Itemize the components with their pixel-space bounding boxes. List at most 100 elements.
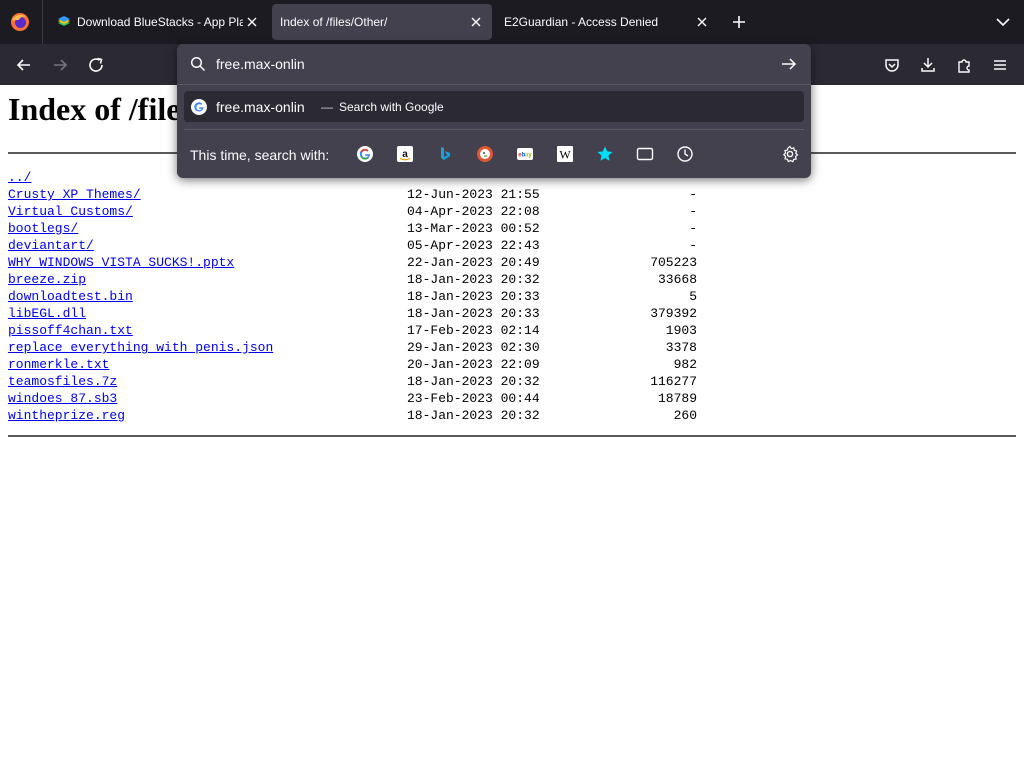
file-link[interactable]: WHY WINDOWS VISTA SUCKS!.pptx [8, 254, 234, 271]
file-link[interactable]: deviantart/ [8, 237, 94, 254]
file-link[interactable]: replace everything with penis.json [8, 339, 273, 356]
close-tab-icon[interactable] [244, 14, 260, 30]
tab-index-files-other[interactable]: Index of /files/Other/ [272, 4, 492, 40]
file-size: 3378 [665, 340, 697, 355]
listing-row: replace everything with penis.json 29-Jan… [8, 339, 708, 356]
listing-row: deviantart/05-Apr-2023 22:43 - [8, 237, 708, 254]
file-link[interactable]: teamosfiles.7z [8, 373, 117, 390]
file-link[interactable]: bootlegs/ [8, 220, 78, 237]
back-arrow-icon[interactable] [14, 55, 34, 75]
urlbar-dropdown: free.max-onlin free.max-onlin — Search w… [177, 44, 811, 178]
bookmarks-icon[interactable] [596, 145, 614, 163]
file-size: 982 [673, 357, 697, 372]
file-date: 23-Feb-2023 00:44 [407, 391, 540, 406]
history-icon[interactable] [676, 145, 694, 163]
file-size: 33668 [657, 272, 697, 287]
file-link[interactable]: windoes 87.sb3 [8, 390, 117, 407]
file-link[interactable]: libEGL.dll [8, 305, 86, 322]
listing-row: Crusty XP Themes/12-Jun-2023 21:55 - [8, 186, 708, 203]
suggestion-separator: — [321, 100, 333, 114]
divider [184, 129, 804, 130]
listing-row: ronmerkle.txt 20-Jan-2023 22:09 982 [8, 356, 708, 373]
wikipedia-icon[interactable]: W [556, 145, 574, 163]
firefox-icon[interactable] [10, 12, 30, 32]
file-date: 05-Apr-2023 22:43 [407, 238, 540, 253]
listing-row: pissoff4chan.txt 17-Feb-2023 02:14 1903 [8, 322, 708, 339]
file-date: 18-Jan-2023 20:32 [407, 272, 540, 287]
svg-text:W: W [559, 148, 571, 162]
reload-icon[interactable] [86, 55, 106, 75]
file-size: 260 [673, 408, 697, 423]
downloads-icon[interactable] [918, 55, 938, 75]
divider [177, 84, 811, 85]
file-size: - [689, 204, 697, 219]
suggestion-query: free.max-onlin [216, 99, 305, 115]
file-link[interactable]: ronmerkle.txt [8, 356, 109, 373]
pocket-icon[interactable] [882, 55, 902, 75]
file-link[interactable]: wintheprize.reg [8, 407, 125, 424]
google-icon[interactable] [356, 145, 374, 163]
ebay-icon[interactable]: e b a y [516, 145, 534, 163]
file-size: - [689, 187, 697, 202]
tab-separator [42, 0, 43, 44]
tab-title: E2Guardian - Access Denied [504, 15, 659, 29]
tab-title: Download BlueStacks - App Pla [77, 15, 243, 29]
file-size: - [689, 221, 697, 236]
listing-row: windoes 87.sb3 23-Feb-2023 00:44 18789 [8, 390, 708, 407]
new-tab-icon[interactable] [730, 13, 748, 31]
file-date: 22-Jan-2023 20:49 [407, 255, 540, 270]
duckduckgo-icon[interactable] [476, 145, 494, 163]
file-date: 12-Jun-2023 21:55 [407, 187, 540, 202]
file-date: 04-Apr-2023 22:08 [407, 204, 540, 219]
gear-icon[interactable] [781, 145, 799, 163]
listing-row: libEGL.dll 18-Jan-2023 20:33 379392 [8, 305, 708, 322]
file-link[interactable]: Virtual Customs/ [8, 203, 133, 220]
search-icon [190, 56, 206, 72]
file-link[interactable]: ../ [8, 169, 31, 186]
close-tab-icon[interactable] [468, 14, 484, 30]
tabs-icon[interactable] [636, 145, 654, 163]
listing-row: breeze.zip 18-Jan-2023 20:32 33668 [8, 271, 708, 288]
go-arrow-icon[interactable] [780, 56, 798, 72]
tab-bluestacks[interactable]: Download BlueStacks - App Pla [44, 4, 270, 40]
chevron-down-icon[interactable] [994, 14, 1012, 30]
page-content: Index of /file ../Crusty XP Themes/12-Ju… [0, 85, 1024, 768]
file-size: 1903 [665, 323, 697, 338]
file-date: 20-Jan-2023 22:09 [407, 357, 540, 372]
file-date: 18-Jan-2023 20:33 [407, 306, 540, 321]
search-suggestion[interactable]: free.max-onlin — Search with Google [184, 91, 804, 122]
divider [8, 435, 1016, 437]
file-date: 29-Jan-2023 02:30 [407, 340, 540, 355]
listing-row: bootlegs/13-Mar-2023 00:52 - [8, 220, 708, 237]
page-title: Index of /file [8, 91, 181, 127]
listing-row: Virtual Customs/04-Apr-2023 22:08 - [8, 203, 708, 220]
file-date: 18-Jan-2023 20:33 [407, 289, 540, 304]
file-size: 5 [689, 289, 697, 304]
file-date: 18-Jan-2023 20:32 [407, 374, 540, 389]
file-link[interactable]: breeze.zip [8, 271, 86, 288]
bing-icon[interactable] [436, 145, 454, 163]
url-input-text: free.max-onlin [216, 56, 305, 72]
tab-title: Index of /files/Other/ [280, 15, 388, 29]
forward-arrow-icon[interactable] [50, 55, 70, 75]
listing-row: teamosfiles.7z 18-Jan-2023 20:32 116277 [8, 373, 708, 390]
file-size: 18789 [657, 391, 697, 406]
file-link[interactable]: downloadtest.bin [8, 288, 133, 305]
listing-row: downloadtest.bin 18-Jan-2023 20:33 5 [8, 288, 708, 305]
google-icon [191, 99, 207, 115]
file-size: - [689, 238, 697, 253]
url-input[interactable]: free.max-onlin [177, 44, 811, 84]
close-tab-icon[interactable] [694, 14, 710, 30]
tab-e2guardian[interactable]: E2Guardian - Access Denied [494, 4, 720, 40]
svg-text:a: a [402, 149, 408, 160]
file-link[interactable]: pissoff4chan.txt [8, 322, 133, 339]
menu-icon[interactable] [990, 55, 1010, 75]
listing-row: WHY WINDOWS VISTA SUCKS!.pptx 22-Jan-2023… [8, 254, 708, 271]
file-date: 13-Mar-2023 00:52 [407, 221, 540, 236]
file-link[interactable]: Crusty XP Themes/ [8, 186, 141, 203]
amazon-icon[interactable]: a [396, 145, 414, 163]
extensions-icon[interactable] [954, 55, 974, 75]
search-with-label: This time, search with: [190, 147, 330, 163]
file-listing: ../Crusty XP Themes/12-Jun-2023 21:55- Vi… [8, 169, 708, 424]
file-size: 379392 [650, 306, 697, 321]
